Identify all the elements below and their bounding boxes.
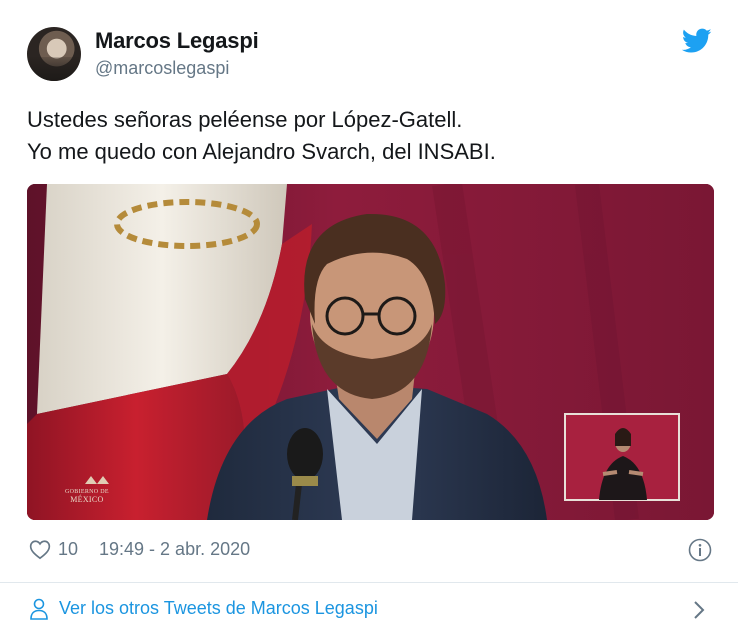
logo-line-2: MÉXICO [70, 495, 104, 504]
heart-icon[interactable] [29, 539, 51, 560]
tweet-media-image[interactable]: GOBIERNO DE MÉXICO [27, 184, 714, 520]
like-count[interactable]: 10 [58, 539, 78, 560]
tweet-timestamp[interactable]: 19:49 - 2 abr. 2020 [99, 539, 250, 560]
press-conference-photo [27, 184, 714, 520]
chevron-right-icon[interactable] [692, 600, 706, 620]
author-handle[interactable]: @marcoslegaspi [95, 58, 229, 79]
twitter-bird-icon[interactable] [682, 28, 712, 54]
tweet-line-2: Yo me quedo con Alejandro Svarch, del IN… [27, 139, 496, 164]
avatar[interactable] [27, 27, 81, 81]
embedded-tweet: Marcos Legaspi @marcoslegaspi Ustedes se… [0, 0, 738, 634]
person-icon [30, 598, 48, 620]
info-icon[interactable] [688, 538, 712, 562]
tweet-line-1: Ustedes señoras peléense por López-Gatel… [27, 107, 463, 132]
gobierno-logo: GOBIERNO DE MÉXICO [65, 488, 109, 504]
author-name[interactable]: Marcos Legaspi [95, 28, 259, 54]
tweet-text: Ustedes señoras peléense por López-Gatel… [27, 104, 717, 168]
more-tweets-link[interactable]: Ver los otros Tweets de Marcos Legaspi [59, 598, 378, 619]
